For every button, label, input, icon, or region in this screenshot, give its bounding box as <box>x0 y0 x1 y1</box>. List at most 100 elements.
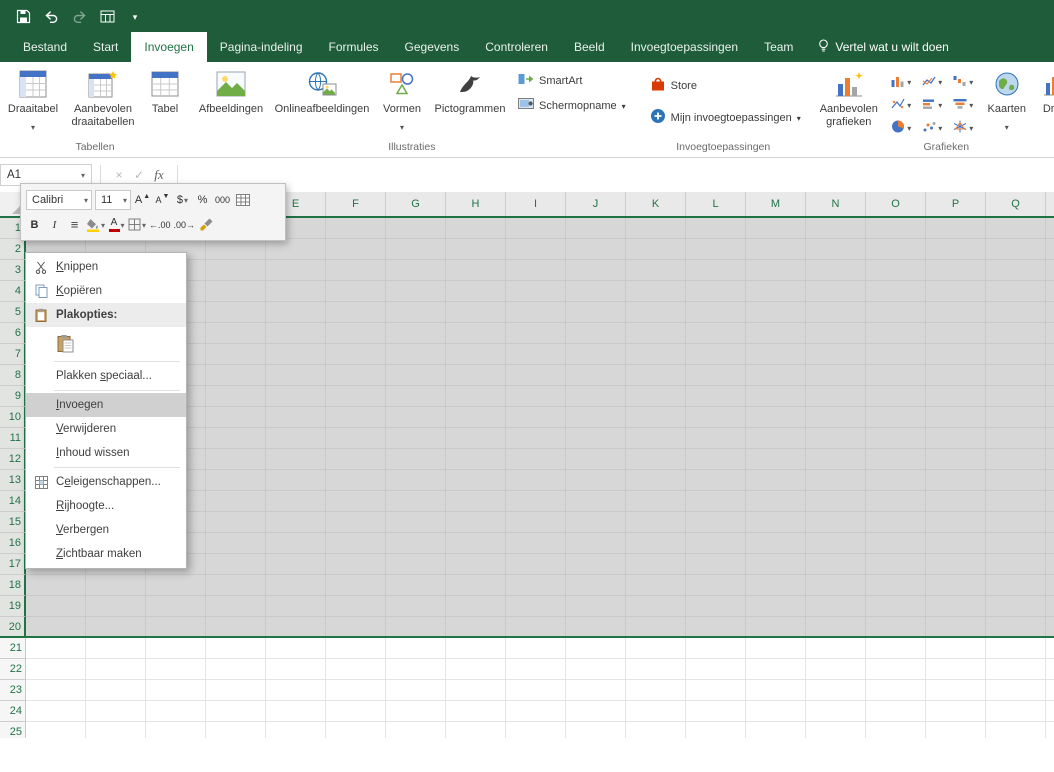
column-header-M[interactable]: M <box>746 192 806 216</box>
row-header-11[interactable]: 11 <box>0 428 26 449</box>
pictogrammen-button[interactable]: Pictogrammen <box>430 62 510 116</box>
mijn-invoegtoepassingen-button[interactable]: Mijn invoegtoepassingen <box>650 108 801 127</box>
bold-button[interactable]: B <box>26 215 43 235</box>
menu-item-zichtbaar-maken[interactable]: Zichtbaar maken <box>26 542 186 566</box>
tab-invoegen[interactable]: Invoegen <box>131 32 206 62</box>
column-header-O[interactable]: O <box>866 192 926 216</box>
font-name-select[interactable]: Calibri <box>26 190 92 210</box>
tab-beeld[interactable]: Beeld <box>561 32 618 62</box>
smartart-button[interactable]: SmartArt <box>518 72 626 89</box>
percent-format-button[interactable]: % <box>194 190 211 210</box>
enter-icon[interactable]: ✓ <box>129 168 149 182</box>
row-header-10[interactable]: 10 <box>0 407 26 428</box>
tab-invoegtoepassingen[interactable]: Invoegtoepassingen <box>618 32 751 62</box>
column-chart-button[interactable] <box>886 69 917 92</box>
italic-button[interactable]: I <box>46 215 63 235</box>
cancel-icon[interactable]: × <box>109 168 129 182</box>
tab-start[interactable]: Start <box>80 32 131 62</box>
row-header-9[interactable]: 9 <box>0 386 26 407</box>
column-header-H[interactable]: H <box>446 192 506 216</box>
pie-chart-button[interactable] <box>886 115 917 138</box>
column-header-I[interactable]: I <box>506 192 566 216</box>
row-header-22[interactable]: 22 <box>0 659 26 680</box>
row-header-13[interactable]: 13 <box>0 470 26 491</box>
row-header-20[interactable]: 20 <box>0 617 26 638</box>
row-header-12[interactable]: 12 <box>0 449 26 470</box>
scatter-chart-button[interactable] <box>917 115 948 138</box>
row-header-4[interactable]: 4 <box>0 281 26 302</box>
waterfall-chart-button[interactable] <box>948 69 979 92</box>
row-header-7[interactable]: 7 <box>0 344 26 365</box>
menu-item-knippen[interactable]: Knippen <box>26 255 186 279</box>
font-color-button[interactable]: A <box>108 215 125 235</box>
redo-icon[interactable] <box>66 4 92 28</box>
afbeeldingen-button[interactable]: Afbeeldingen <box>192 62 270 116</box>
formula-input[interactable] <box>186 164 1054 186</box>
table-icon[interactable] <box>94 4 120 28</box>
draaitabel-button[interactable]: Draaitabel <box>2 62 64 135</box>
tabel-button[interactable]: Tabel <box>142 62 188 116</box>
radar-chart-button[interactable] <box>948 115 979 138</box>
tab-team[interactable]: Team <box>751 32 806 62</box>
menu-item-kopi-ren[interactable]: Kopiëren <box>26 279 186 303</box>
format-table-icon[interactable] <box>234 190 251 210</box>
row-header-8[interactable]: 8 <box>0 365 26 386</box>
row-header-19[interactable]: 19 <box>0 596 26 617</box>
increase-decimal-button[interactable]: ←.00 <box>149 215 171 235</box>
row-header-24[interactable]: 24 <box>0 701 26 722</box>
tab-formules[interactable]: Formules <box>316 32 392 62</box>
menu-item-plakopties[interactable]: Plakopties: <box>26 303 186 327</box>
format-painter-icon[interactable] <box>198 215 215 235</box>
schermopname-button[interactable]: Schermopname <box>518 98 626 114</box>
aanbevolen-grafieken-button[interactable]: Aanbevolen grafieken <box>815 62 883 129</box>
row-header-17[interactable]: 17 <box>0 554 26 575</box>
column-header-G[interactable]: G <box>386 192 446 216</box>
grow-font-button[interactable]: A▲ <box>134 190 151 210</box>
row-header-16[interactable]: 16 <box>0 533 26 554</box>
row-header-2[interactable]: 2 <box>0 239 26 260</box>
column-header-N[interactable]: N <box>806 192 866 216</box>
column-header-L[interactable]: L <box>686 192 746 216</box>
row-header-15[interactable]: 15 <box>0 512 26 533</box>
column-header-K[interactable]: K <box>626 192 686 216</box>
align-center-button[interactable] <box>66 215 83 235</box>
menu-item-inhoud-wissen[interactable]: Inhoud wissen <box>26 441 186 465</box>
bar-chart-button[interactable] <box>917 92 948 115</box>
scatter-line-chart-button[interactable] <box>886 92 917 115</box>
row-header-25[interactable]: 25 <box>0 722 26 738</box>
onlineafbeeldingen-button[interactable]: Onlineafbeeldingen <box>270 62 374 116</box>
undo-icon[interactable] <box>38 4 64 28</box>
comma-format-button[interactable]: 000 <box>214 190 231 210</box>
borders-button[interactable] <box>128 215 146 235</box>
column-header-Q[interactable]: Q <box>986 192 1046 216</box>
kaarten-button[interactable]: Kaarten <box>982 62 1032 135</box>
line-chart-button[interactable] <box>917 69 948 92</box>
row-header-14[interactable]: 14 <box>0 491 26 512</box>
menu-item-plakken-speciaal[interactable]: Plakken speciaal... <box>26 364 186 388</box>
store-button[interactable]: Store <box>650 76 801 95</box>
row-header-3[interactable]: 3 <box>0 260 26 281</box>
shrink-font-button[interactable]: A▼ <box>154 190 171 210</box>
qat-customize-icon[interactable] <box>122 4 148 28</box>
save-icon[interactable] <box>10 4 36 28</box>
funnel-chart-button[interactable] <box>948 92 979 115</box>
column-header-P[interactable]: P <box>926 192 986 216</box>
menu-item-rijhoogte[interactable]: Rijhoogte... <box>26 494 186 518</box>
aanbevolen-draaitabellen-button[interactable]: Aanbevolen draaitabellen <box>64 62 142 129</box>
insert-function-icon[interactable]: fx <box>149 167 169 183</box>
tell-me-box[interactable]: Vertel wat u wilt doen <box>806 32 960 62</box>
row-header-6[interactable]: 6 <box>0 323 26 344</box>
vormen-button[interactable]: Vormen <box>374 62 430 135</box>
decrease-decimal-button[interactable]: .00→ <box>174 215 196 235</box>
column-header-F[interactable]: F <box>326 192 386 216</box>
draaigrafiek-button[interactable]: Draa <box>1032 62 1054 116</box>
row-header-21[interactable]: 21 <box>0 638 26 659</box>
menu-item-verbergen[interactable]: Verbergen <box>26 518 186 542</box>
row-header-5[interactable]: 5 <box>0 302 26 323</box>
menu-item-invoegen[interactable]: Invoegen <box>26 393 186 417</box>
row-header-18[interactable]: 18 <box>0 575 26 596</box>
font-size-select[interactable]: 11 <box>95 190 131 210</box>
column-header-J[interactable]: J <box>566 192 626 216</box>
menu-item-celeigenschappen[interactable]: Celeigenschappen... <box>26 470 186 494</box>
currency-format-button[interactable]: $ <box>174 190 191 210</box>
